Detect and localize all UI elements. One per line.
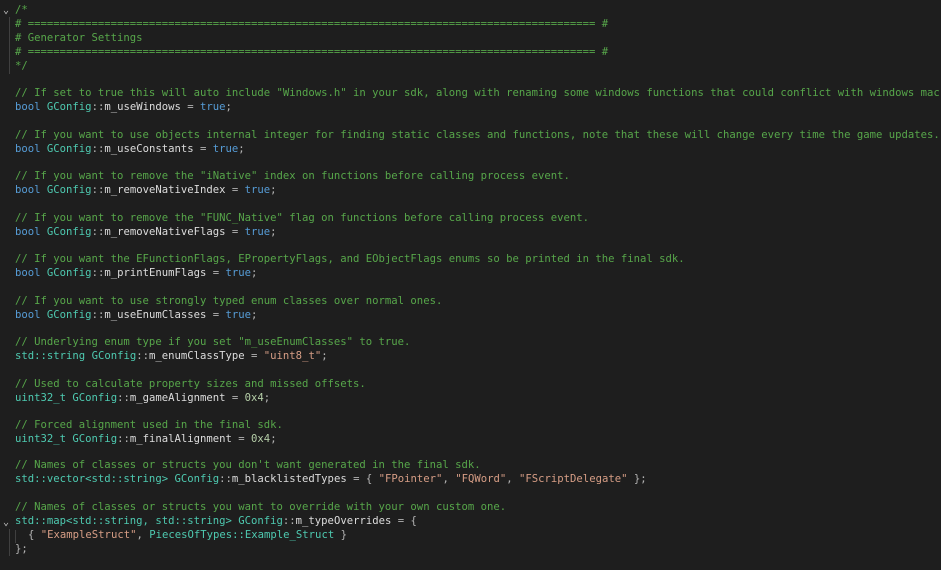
setting-value: true bbox=[225, 267, 252, 279]
class-name: GConfig bbox=[46, 267, 92, 279]
blacklist-item: "FQWord" bbox=[455, 473, 507, 485]
member-name: m_printEnumFlags bbox=[104, 267, 207, 279]
setting-value: true bbox=[212, 143, 239, 155]
setting-comment: // Forced alignment used in the final sd… bbox=[15, 419, 283, 431]
class-name: GConfig bbox=[238, 515, 283, 527]
decl-type: bool bbox=[15, 226, 41, 238]
setting-value: true bbox=[244, 226, 271, 238]
fold-guide bbox=[9, 529, 10, 556]
decl-type: bool bbox=[15, 143, 41, 155]
decl-type: bool bbox=[15, 267, 41, 279]
indent-guide bbox=[15, 530, 16, 543]
member-name: m_removeNativeIndex bbox=[104, 184, 226, 196]
comment-rule: # ======================================… bbox=[15, 46, 609, 58]
setting-declaration: uint32_t GConfig::m_gameAlignment = 0x4; bbox=[15, 392, 271, 404]
comment-title: # Generator Settings bbox=[15, 32, 143, 44]
decl-type: bool bbox=[15, 309, 41, 321]
class-name: GConfig bbox=[46, 309, 92, 321]
overrides-entry: { "ExampleStruct", PiecesOfTypes::Exampl… bbox=[28, 529, 347, 541]
setting-declaration: bool GConfig::m_useEnumClasses = true; bbox=[15, 309, 258, 321]
comment-close: */ bbox=[15, 60, 28, 72]
setting-declaration: bool GConfig::m_useWindows = true; bbox=[15, 101, 232, 113]
setting-declaration: uint32_t GConfig::m_finalAlignment = 0x4… bbox=[15, 433, 277, 445]
setting-declaration: std::string GConfig::m_enumClassType = "… bbox=[15, 350, 328, 362]
setting-comment: // If you want to use objects internal i… bbox=[15, 129, 940, 141]
class-name: GConfig bbox=[46, 226, 92, 238]
override-key: "ExampleStruct" bbox=[40, 529, 137, 541]
setting-value: 0x4 bbox=[251, 433, 271, 445]
class-name: GConfig bbox=[46, 143, 92, 155]
overrides-comment: // Names of classes or structs you want … bbox=[15, 501, 507, 513]
member-name: m_useConstants bbox=[104, 143, 194, 155]
decl-type: uint32_t bbox=[15, 392, 67, 404]
fold-chevron-down-icon[interactable]: ⌄ bbox=[3, 4, 13, 17]
decl-type: std::vector<std::string> bbox=[15, 473, 169, 485]
comment-open: /* bbox=[15, 4, 28, 16]
setting-comment: // If you want to use strongly typed enu… bbox=[15, 295, 443, 307]
decl-type: std::string bbox=[15, 350, 86, 362]
decl-type: bool bbox=[15, 101, 41, 113]
member-name: m_enumClassType bbox=[148, 350, 245, 362]
member-name: m_blacklistedTypes bbox=[231, 473, 347, 485]
setting-value: true bbox=[244, 184, 271, 196]
comment-rule: # ======================================… bbox=[15, 18, 609, 30]
class-name: GConfig bbox=[91, 350, 137, 362]
setting-value: "uint8_t" bbox=[263, 350, 322, 362]
member-name: m_gameAlignment bbox=[129, 392, 226, 404]
overrides-close: }; bbox=[15, 543, 28, 555]
decl-type: uint32_t bbox=[15, 433, 67, 445]
setting-comment: // Used to calculate property sizes and … bbox=[15, 378, 366, 390]
setting-declaration: bool GConfig::m_removeNativeFlags = true… bbox=[15, 226, 277, 238]
blacklist-item: "FPointer" bbox=[378, 473, 443, 485]
decl-type: std::map<std::string, std::string> bbox=[15, 515, 232, 527]
class-name: GConfig bbox=[46, 184, 92, 196]
override-value: PiecesOfTypes::Example_Struct bbox=[149, 529, 335, 541]
code-editor[interactable]: ⌄ ⌄ /* # ===============================… bbox=[0, 0, 941, 570]
setting-declaration: bool GConfig::m_useConstants = true; bbox=[15, 143, 245, 155]
setting-comment: // Underlying enum type if you set "m_us… bbox=[15, 336, 411, 348]
member-name: m_typeOverrides bbox=[295, 515, 392, 527]
setting-declaration: bool GConfig::m_printEnumFlags = true; bbox=[15, 267, 258, 279]
blacklist-declaration: std::vector<std::string> GConfig::m_blac… bbox=[15, 473, 647, 485]
overrides-declaration: std::map<std::string, std::string> GConf… bbox=[15, 515, 417, 527]
fold-guide bbox=[9, 17, 10, 74]
member-name: m_useEnumClasses bbox=[104, 309, 207, 321]
decl-type: bool bbox=[15, 184, 41, 196]
class-name: GConfig bbox=[46, 101, 92, 113]
setting-value: 0x4 bbox=[244, 392, 264, 404]
class-name: GConfig bbox=[72, 392, 118, 404]
member-name: m_useWindows bbox=[104, 101, 181, 113]
setting-comment: // If you want to remove the "FUNC_Nativ… bbox=[15, 212, 590, 224]
setting-value: true bbox=[200, 101, 226, 113]
setting-comment: // If you want the EFunctionFlags, EProp… bbox=[15, 253, 685, 265]
blacklist-comment: // Names of classes or structs you don't… bbox=[15, 459, 481, 471]
class-name: GConfig bbox=[174, 473, 220, 485]
fold-chevron-down-icon[interactable]: ⌄ bbox=[3, 516, 13, 529]
setting-comment: // If set to true this will auto include… bbox=[15, 87, 941, 99]
setting-declaration: bool GConfig::m_removeNativeIndex = true… bbox=[15, 184, 277, 196]
class-name: GConfig bbox=[72, 433, 118, 445]
member-name: m_finalAlignment bbox=[129, 433, 232, 445]
blacklist-item: "FScriptDelegate" bbox=[519, 473, 628, 485]
setting-value: true bbox=[225, 309, 252, 321]
setting-comment: // If you want to remove the "iNative" i… bbox=[15, 170, 570, 182]
member-name: m_removeNativeFlags bbox=[104, 226, 226, 238]
